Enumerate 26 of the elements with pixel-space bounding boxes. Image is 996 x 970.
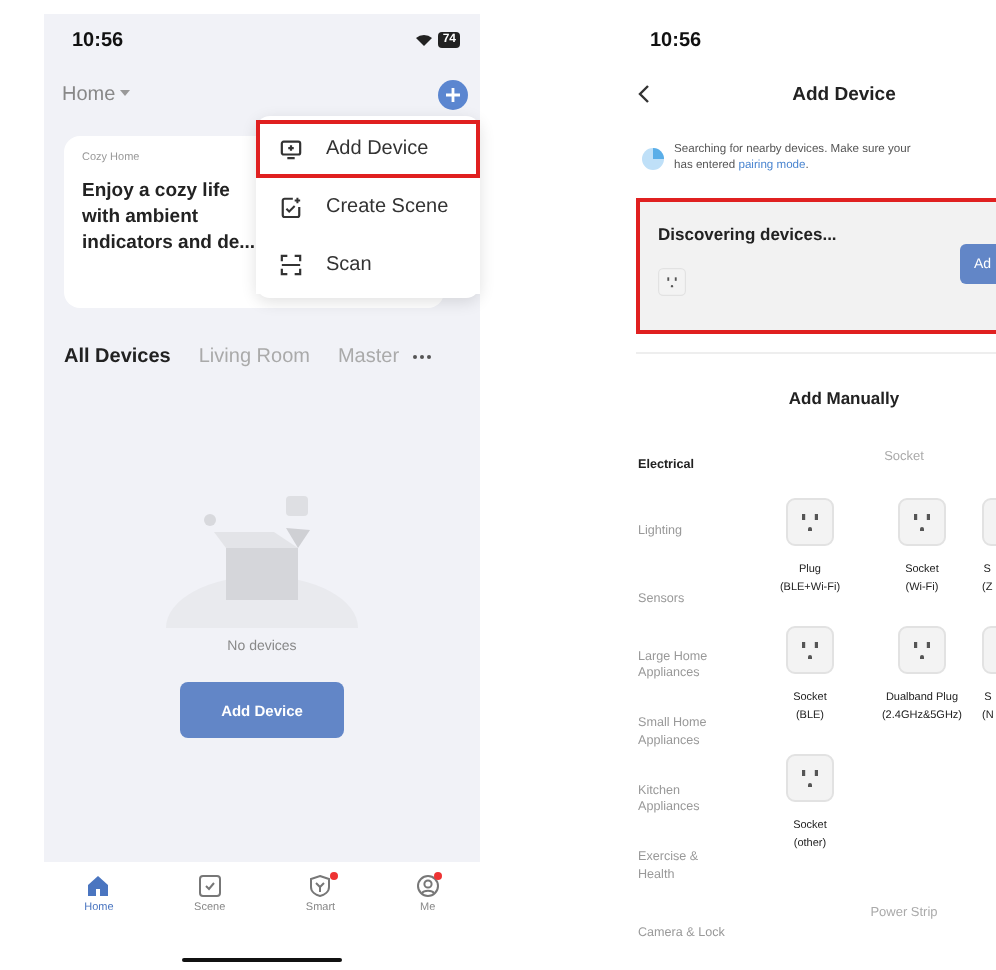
room-tab[interactable]: Living Room: [198, 345, 310, 367]
status-time: 10:56: [72, 29, 124, 51]
monitor-icon: [280, 138, 302, 160]
add-icon[interactable]: [438, 79, 468, 109]
caret-icon: [119, 90, 130, 98]
section-title: Add Manually: [786, 388, 902, 408]
checklist-icon: [280, 196, 302, 218]
room-tab[interactable]: All Devices: [64, 345, 171, 367]
menu-item[interactable]: Scan: [256, 236, 480, 294]
menu-item[interactable]: Add Device: [256, 120, 480, 178]
card-text: Enjoy a cozy life with ambient indicators and de...: [82, 178, 258, 256]
user-icon: [415, 874, 440, 898]
more-icon[interactable]: [411, 353, 432, 359]
scan-icon: [280, 254, 302, 276]
room-tab[interactable]: Master: [337, 345, 400, 367]
checkbox-icon: [197, 874, 222, 898]
status-time: 10:56: [650, 29, 702, 51]
home-selector[interactable]: Home: [62, 83, 130, 105]
home-icon: [86, 874, 111, 898]
back-icon[interactable]: [638, 84, 650, 104]
spinner-icon: [642, 147, 664, 169]
page-title: Add Device: [792, 83, 896, 105]
menu-item[interactable]: Create Scene: [256, 178, 480, 236]
discovery-title: Discovering devices...: [658, 224, 839, 244]
wifi-icon: [416, 34, 433, 46]
shield-icon: [308, 874, 333, 898]
